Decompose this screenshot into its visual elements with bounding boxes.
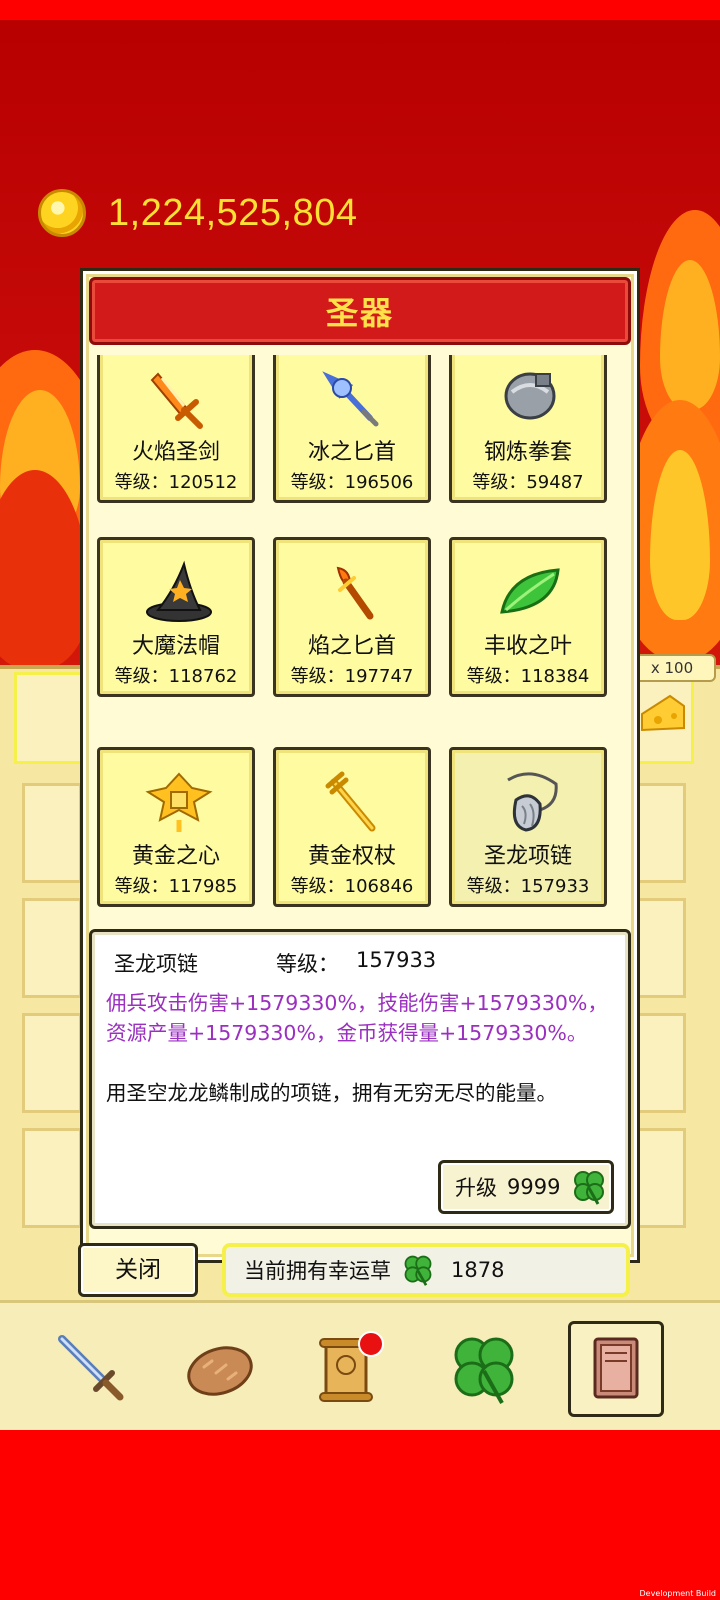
artifact-card-selected[interactable]: 圣龙项链 等级：157933: [449, 747, 607, 907]
artifact-name: 焰之匕首: [307, 634, 396, 659]
golden-scepter-icon: [325, 771, 376, 832]
artifact-name: 火焰圣剑: [131, 440, 220, 465]
detail-artifact-name: 圣龙项链: [114, 952, 198, 976]
artifact-name: 黄金之心: [131, 844, 220, 869]
nav-item-scroll[interactable]: [300, 1321, 396, 1417]
nav-item-book[interactable]: [568, 1321, 664, 1417]
artifact-level: 等级：120512: [114, 472, 238, 493]
dragon-necklace-icon: [507, 772, 558, 832]
artifact-card[interactable]: 冰之匕首 等级：196506: [273, 355, 431, 503]
clover-icon: [454, 1337, 514, 1404]
detail-effect-text: 佣兵攻击伤害+1579330%，技能伤害+1579330%，资源产量+15793…: [106, 991, 608, 1045]
upgrade-cost: 9999: [507, 1175, 561, 1199]
inventory-slot: [14, 672, 84, 764]
notification-badge: [358, 1331, 384, 1357]
clover-icon: [404, 1255, 432, 1286]
lucky-clover-counter: 当前拥有幸运草 1878: [222, 1243, 630, 1297]
book-icon: [593, 1337, 639, 1399]
inventory-slot: [636, 898, 686, 998]
artifact-card[interactable]: 黄金之心 等级：117985: [97, 747, 255, 907]
inventory-slot: [22, 898, 82, 998]
artifact-detail-panel: 圣龙项链 等级： 157933 佣兵攻击伤害+1579330%，技能伤害+157…: [89, 929, 631, 1229]
artifact-level: 等级：118762: [114, 666, 238, 687]
bread-icon: [187, 1346, 253, 1396]
gold-counter: 1,224,525,804: [38, 188, 358, 238]
gold-coin-icon: [38, 189, 86, 237]
artifact-card[interactable]: 大魔法帽 等级：118762: [97, 537, 255, 697]
golden-heart-icon: [145, 772, 213, 832]
upgrade-button[interactable]: 升级 9999: [438, 1160, 614, 1214]
detail-level-value: 157933: [356, 948, 437, 972]
bottom-nav: [0, 1300, 720, 1430]
artifact-card[interactable]: 火焰圣剑 等级：120512: [97, 355, 255, 503]
artifact-level: 等级：118384: [466, 666, 590, 687]
steel-gauntlet-icon: [504, 372, 556, 420]
artifact-card[interactable]: 钢炼拳套 等级：59487: [449, 355, 607, 503]
harvest-leaf-icon: [500, 568, 560, 614]
multiplier-badge[interactable]: x 100: [628, 654, 716, 682]
detail-level-label: 等级：: [276, 952, 339, 976]
popup-header: 圣器: [89, 277, 631, 345]
artifact-name: 黄金权杖: [307, 844, 396, 869]
luck-label: 当前拥有幸运草: [244, 1259, 391, 1283]
artifact-level: 等级：106846: [290, 876, 414, 897]
artifact-level: 等级：197747: [290, 666, 414, 687]
inventory-slot: [22, 1013, 82, 1113]
clover-icon: [574, 1171, 605, 1205]
artifact-level: 等级：196506: [290, 472, 414, 493]
artifact-popup: 圣器 火焰圣剑 等级：120512 冰之匕首 等级：196506 钢炼拳套 等级…: [80, 268, 640, 1263]
upgrade-label: 升级: [455, 1176, 497, 1200]
artifact-level: 等级：59487: [472, 472, 584, 493]
nav-item-bread[interactable]: [172, 1321, 268, 1417]
artifact-card[interactable]: 黄金权杖 等级：106846: [273, 747, 431, 907]
artifact-level: 等级：117985: [114, 876, 238, 897]
popup-title: 圣器: [325, 294, 394, 332]
detail-description: 用圣空龙龙鳞制成的项链，拥有无穷无尽的能量。: [106, 1081, 557, 1105]
artifact-name: 丰收之叶: [483, 634, 572, 659]
inventory-slot: [636, 783, 686, 883]
artifact-level: 等级：157933: [466, 876, 590, 897]
nav-item-clover[interactable]: [436, 1321, 532, 1417]
artifact-card[interactable]: 丰收之叶 等级：118384: [449, 537, 607, 697]
artifact-name: 大魔法帽: [131, 634, 220, 659]
artifact-name: 圣龙项链: [483, 844, 572, 869]
sword-icon: [58, 1335, 124, 1401]
gold-amount: 1,224,525,804: [108, 191, 358, 234]
cheese-icon: [641, 694, 685, 732]
flame-sword-icon: [150, 372, 203, 429]
flame-dagger-icon: [336, 566, 374, 620]
close-button[interactable]: 关闭: [78, 1243, 198, 1297]
inventory-slot: [22, 783, 82, 883]
artifact-grid[interactable]: 火焰圣剑 等级：120512 冰之匕首 等级：196506 钢炼拳套 等级：59…: [97, 355, 623, 935]
dev-build-label: Development Build: [639, 1589, 716, 1598]
game-scene: 1,224,525,804 x 100 圣器 火焰圣剑 等级：120512 冰之…: [0, 20, 720, 1430]
inventory-slot: [22, 1128, 82, 1228]
luck-value: 1878: [451, 1258, 505, 1282]
ice-dagger-icon: [322, 371, 379, 427]
inventory-slot: [636, 1013, 686, 1113]
nav-item-sword[interactable]: [44, 1321, 140, 1417]
artifact-card[interactable]: 焰之匕首 等级：197747: [273, 537, 431, 697]
inventory-slot: [636, 1128, 686, 1228]
wizard-hat-icon: [146, 560, 212, 622]
artifact-name: 冰之匕首: [307, 440, 396, 465]
artifact-name: 钢炼拳套: [483, 440, 572, 465]
